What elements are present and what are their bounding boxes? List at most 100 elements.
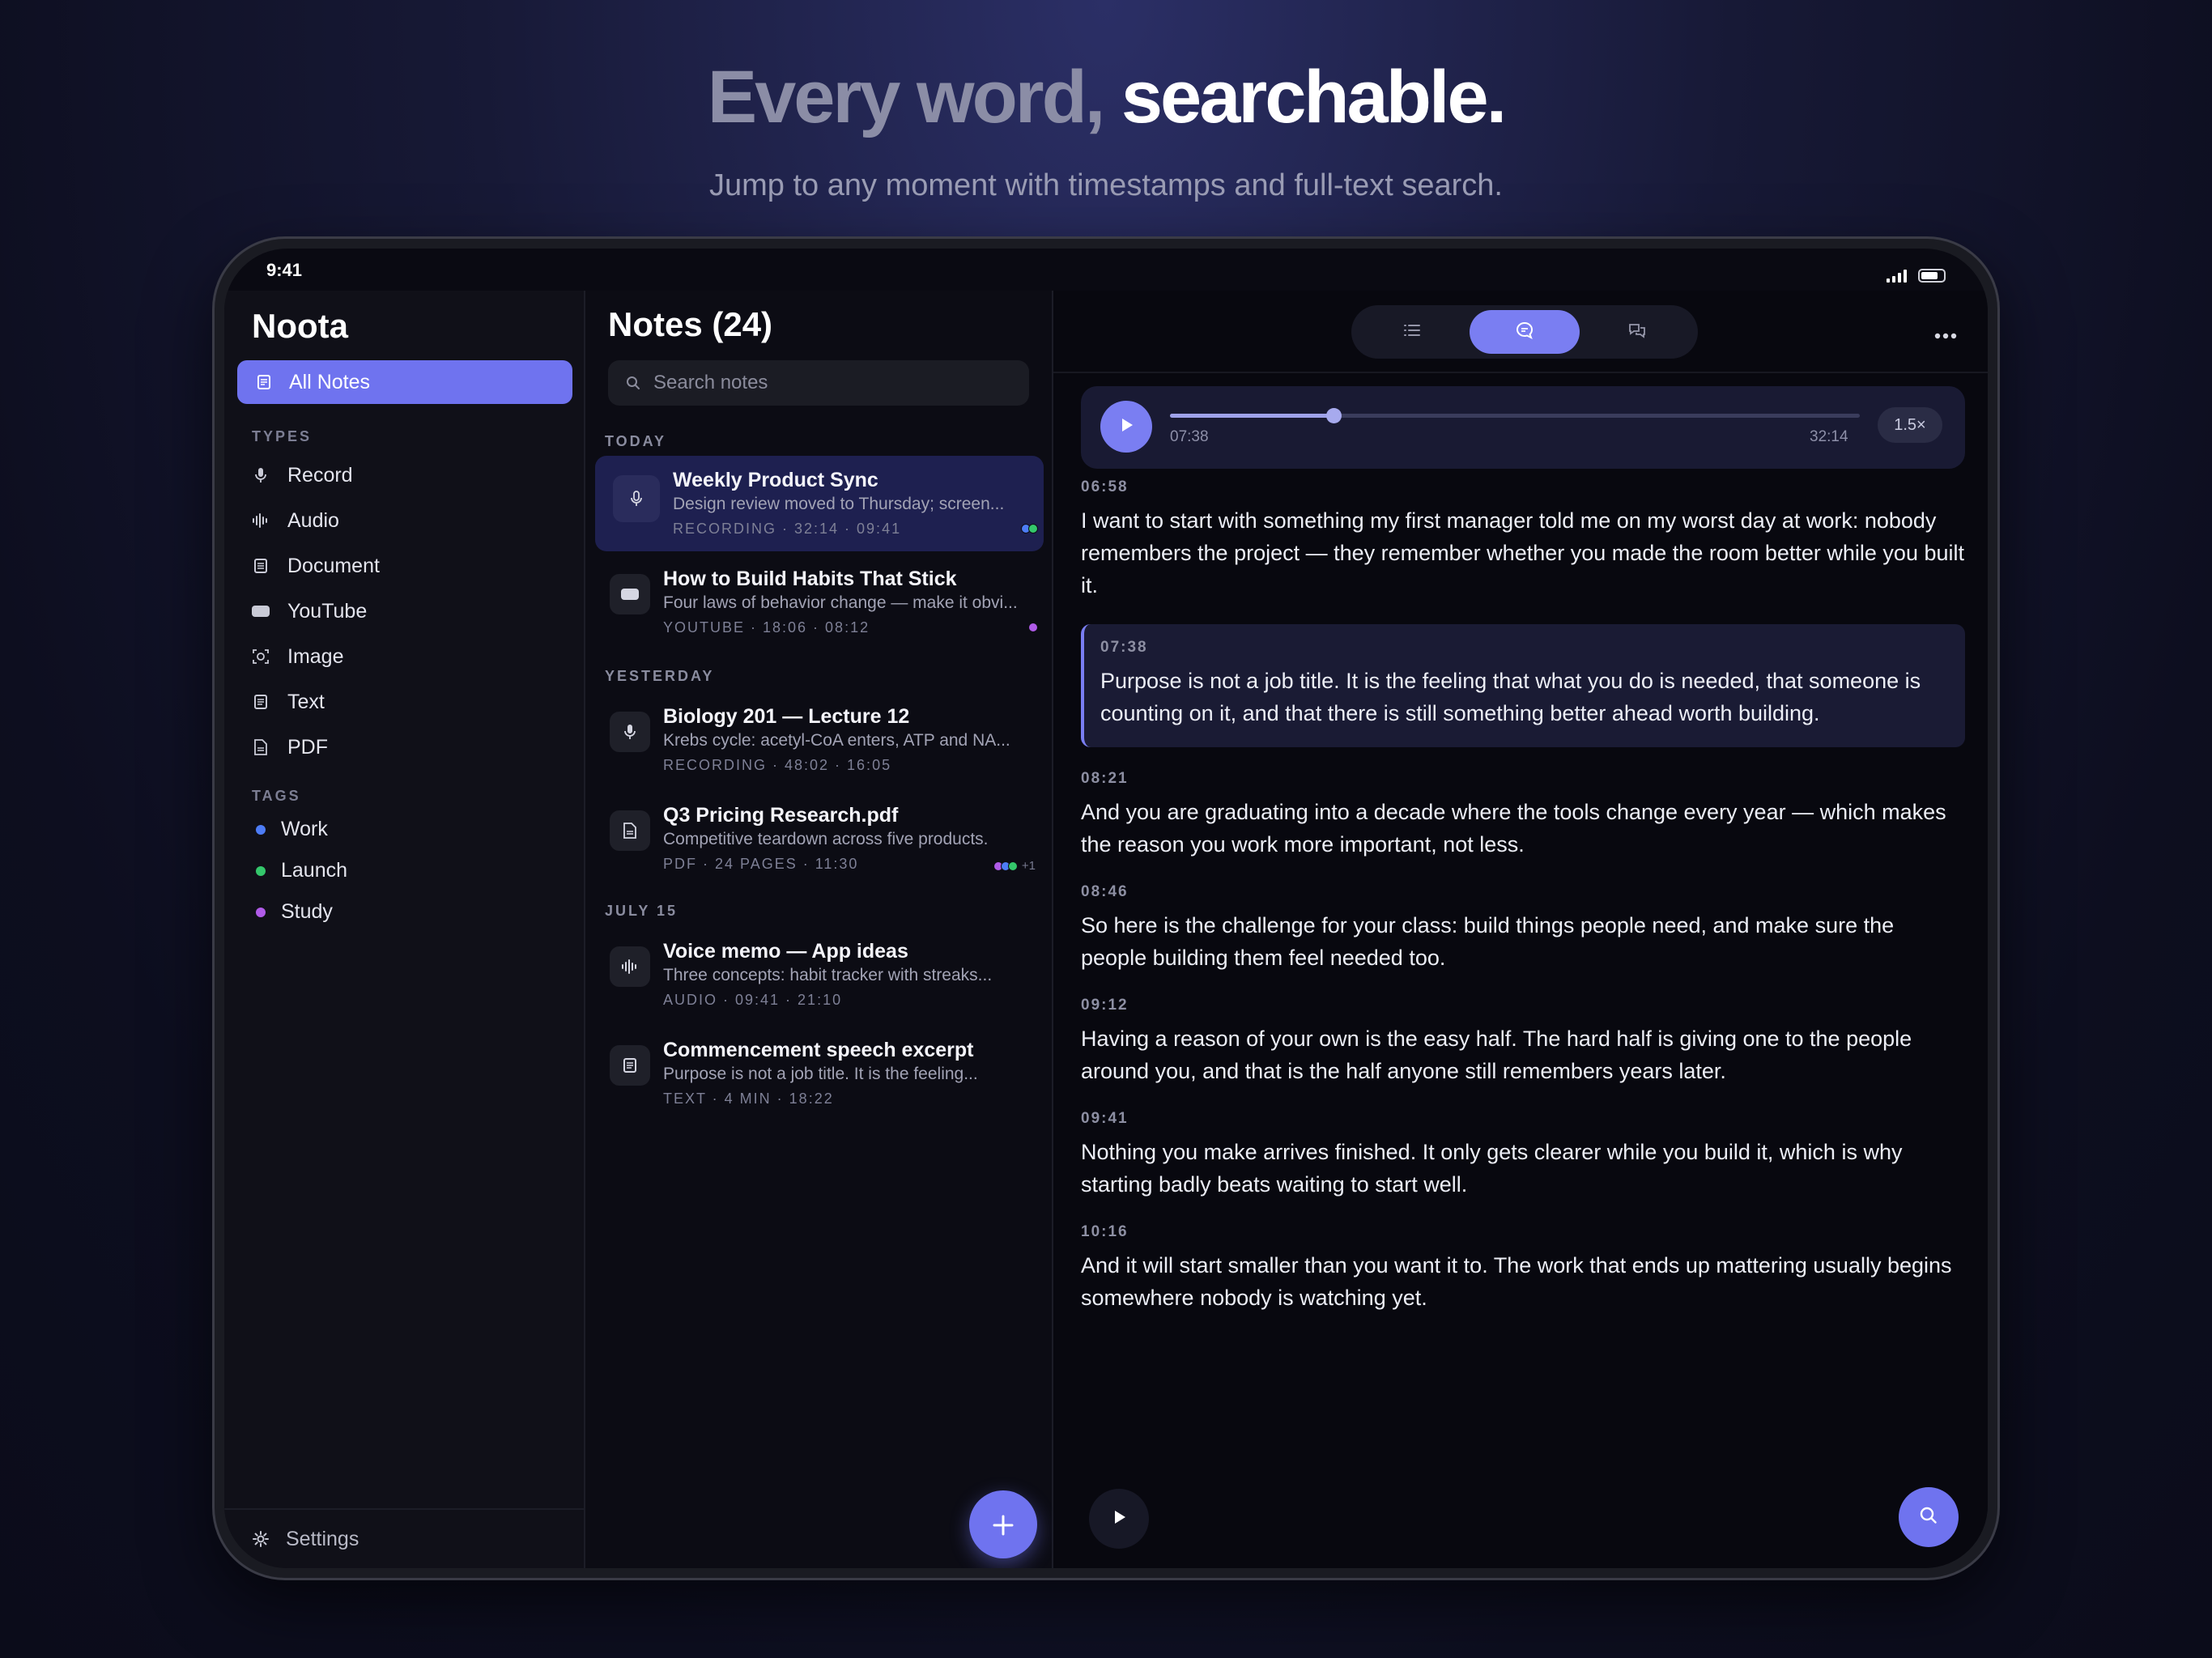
- text-icon: [610, 1045, 650, 1086]
- playback-speed-button[interactable]: 1.5×: [1878, 407, 1942, 443]
- document-icon: [252, 557, 270, 575]
- waveform-icon: [610, 946, 650, 987]
- note-tags: +1: [993, 859, 1036, 873]
- sidebar-item-document[interactable]: Document: [252, 543, 559, 589]
- sidebar-tag-launch[interactable]: Launch: [252, 850, 559, 891]
- sidebar: Noota All Notes TYPES Record Audio Docum…: [224, 291, 585, 1568]
- note-title: How to Build Habits That Stick: [663, 568, 957, 590]
- group-label-today: TODAY: [605, 433, 667, 449]
- note-item-q3-pricing[interactable]: Q3 Pricing Research.pdf Competitive tear…: [595, 791, 1044, 886]
- gear-icon: [252, 1530, 270, 1548]
- play-button[interactable]: [1100, 401, 1152, 453]
- search-placeholder: Search notes: [653, 372, 768, 393]
- hero-subtitle: Jump to any moment with timestamps and f…: [709, 168, 1503, 202]
- chat-icon: [1627, 321, 1647, 343]
- youtube-icon: [252, 602, 270, 620]
- audio-player: 07:38 32:14 1.5×: [1081, 386, 1965, 469]
- transcript-segment[interactable]: 08:46 So here is the challenge for your c…: [1081, 883, 1965, 974]
- transcript-segment[interactable]: 09:41 Nothing you make arrives finished. …: [1081, 1110, 1965, 1201]
- transcript-segment[interactable]: 08:21 And you are graduating into a decad…: [1081, 770, 1965, 861]
- status-time: 9:41: [266, 260, 303, 280]
- segment-timestamp[interactable]: 08:46: [1081, 883, 1965, 901]
- segment-timestamp[interactable]: 10:16: [1081, 1223, 1965, 1241]
- plus-icon: [991, 1503, 1015, 1547]
- segment-timestamp[interactable]: 09:41: [1081, 1110, 1965, 1128]
- bottom-play-button[interactable]: [1089, 1489, 1149, 1549]
- current-time: 07:38: [1170, 428, 1209, 445]
- transcript-segment[interactable]: 10:16 And it will start smaller than you …: [1081, 1223, 1965, 1314]
- tag-dot: [1028, 623, 1038, 632]
- sidebar-item-audio[interactable]: Audio: [252, 498, 559, 543]
- note-meta: YOUTUBE · 18:06 · 08:12: [663, 619, 870, 636]
- note-snippet: Three concepts: habit tracker with strea…: [663, 966, 993, 984]
- segment-text: Having a reason of your own is the easy …: [1081, 1027, 1912, 1083]
- segment-timestamp[interactable]: 09:12: [1081, 997, 1965, 1014]
- sidebar-item-pdf[interactable]: PDF: [252, 725, 559, 770]
- more-tags-count: +1: [1021, 859, 1036, 873]
- tab-chat[interactable]: [1582, 310, 1692, 354]
- add-note-button[interactable]: [969, 1490, 1037, 1558]
- note-title: Weekly Product Sync: [673, 469, 878, 491]
- notes-panel: Notes (24) Search notes TODAY Weekly Pro…: [585, 291, 1053, 1568]
- segment-text: I want to start with something my first …: [1081, 508, 1964, 597]
- segment-text: Nothing you make arrives finished. It on…: [1081, 1140, 1903, 1197]
- tags-list: Work Launch Study: [252, 809, 559, 933]
- segment-timestamp[interactable]: 07:38: [1100, 639, 1949, 657]
- segment-text: And it will start smaller than you want …: [1081, 1253, 1952, 1310]
- segment-text: And you are graduating into a decade whe…: [1081, 800, 1946, 857]
- sidebar-item-youtube[interactable]: YouTube: [252, 589, 559, 634]
- note-snippet: Krebs cycle: acetyl-CoA enters, ATP and …: [663, 731, 1010, 750]
- sidebar-tag-study[interactable]: Study: [252, 891, 559, 933]
- text-icon: [252, 693, 270, 711]
- note-meta: TEXT · 4 MIN · 18:22: [663, 1090, 834, 1107]
- sidebar-item-record[interactable]: Record: [252, 453, 559, 498]
- transcript: 06:58 I want to start with something my f…: [1081, 478, 1965, 1337]
- settings-button[interactable]: Settings: [224, 1508, 584, 1568]
- tag-dot: [256, 865, 266, 876]
- segment-timestamp[interactable]: 08:21: [1081, 770, 1965, 788]
- play-icon: [1118, 416, 1134, 438]
- group-label-july-15: JULY 15: [605, 903, 678, 919]
- note-meta: RECORDING · 48:02 · 16:05: [663, 757, 892, 773]
- divider: [1053, 372, 1988, 373]
- status-bar: 9:41: [224, 249, 1988, 291]
- note-snippet: Design review moved to Thursday; screen.…: [673, 495, 1005, 513]
- sidebar-item-label: Text: [287, 690, 325, 713]
- note-item-biology[interactable]: Biology 201 — Lecture 12 Krebs cycle: ac…: [595, 692, 1044, 788]
- battery-icon: [1918, 268, 1946, 283]
- hero-title-bright: searchable.: [1121, 56, 1507, 138]
- tab-summary[interactable]: [1357, 310, 1467, 354]
- tag-label: Launch: [281, 859, 348, 882]
- transcript-segment-current[interactable]: 07:38 Purpose is not a job title. It is t…: [1081, 624, 1965, 747]
- sidebar-item-label: PDF: [287, 735, 328, 759]
- more-options-button[interactable]: [1934, 315, 1957, 346]
- progress-fill: [1170, 414, 1334, 418]
- sidebar-item-text[interactable]: Text: [252, 679, 559, 725]
- sidebar-item-image[interactable]: Image: [252, 634, 559, 679]
- note-item-voice-memo[interactable]: Voice memo — App ideas Three concepts: h…: [595, 927, 1044, 1022]
- tab-transcript[interactable]: [1469, 310, 1580, 354]
- sidebar-item-all-notes[interactable]: All Notes: [237, 360, 572, 404]
- sidebar-item-label: Document: [287, 554, 380, 577]
- sidebar-tag-work[interactable]: Work: [252, 809, 559, 850]
- transcript-segment[interactable]: 09:12 Having a reason of your own is the …: [1081, 997, 1965, 1087]
- note-item-weekly-product-sync[interactable]: Weekly Product Sync Design review moved …: [595, 456, 1044, 551]
- mic-icon: [613, 475, 660, 522]
- search-input[interactable]: Search notes: [608, 360, 1029, 406]
- segment-timestamp[interactable]: 06:58: [1081, 478, 1965, 496]
- signal-icon: [1887, 268, 1907, 283]
- mic-icon: [610, 712, 650, 752]
- hero-title-dim: Every word,: [707, 56, 1106, 138]
- note-item-commencement[interactable]: Commencement speech excerpt Purpose is n…: [595, 1026, 1044, 1121]
- note-item-habits[interactable]: How to Build Habits That Stick Four laws…: [595, 555, 1044, 650]
- pdf-icon: [610, 810, 650, 851]
- status-icons: [1887, 260, 1946, 291]
- search-transcript-button[interactable]: [1899, 1487, 1959, 1547]
- progress-handle[interactable]: [1325, 408, 1342, 423]
- note-tags: [1021, 524, 1038, 534]
- transcript-segment[interactable]: 06:58 I want to start with something my f…: [1081, 478, 1965, 602]
- progress-slider[interactable]: [1170, 408, 1860, 423]
- image-scan-icon: [252, 648, 270, 665]
- sidebar-item-label: Audio: [287, 508, 339, 532]
- hero-title: Every word, searchable.: [0, 49, 2212, 146]
